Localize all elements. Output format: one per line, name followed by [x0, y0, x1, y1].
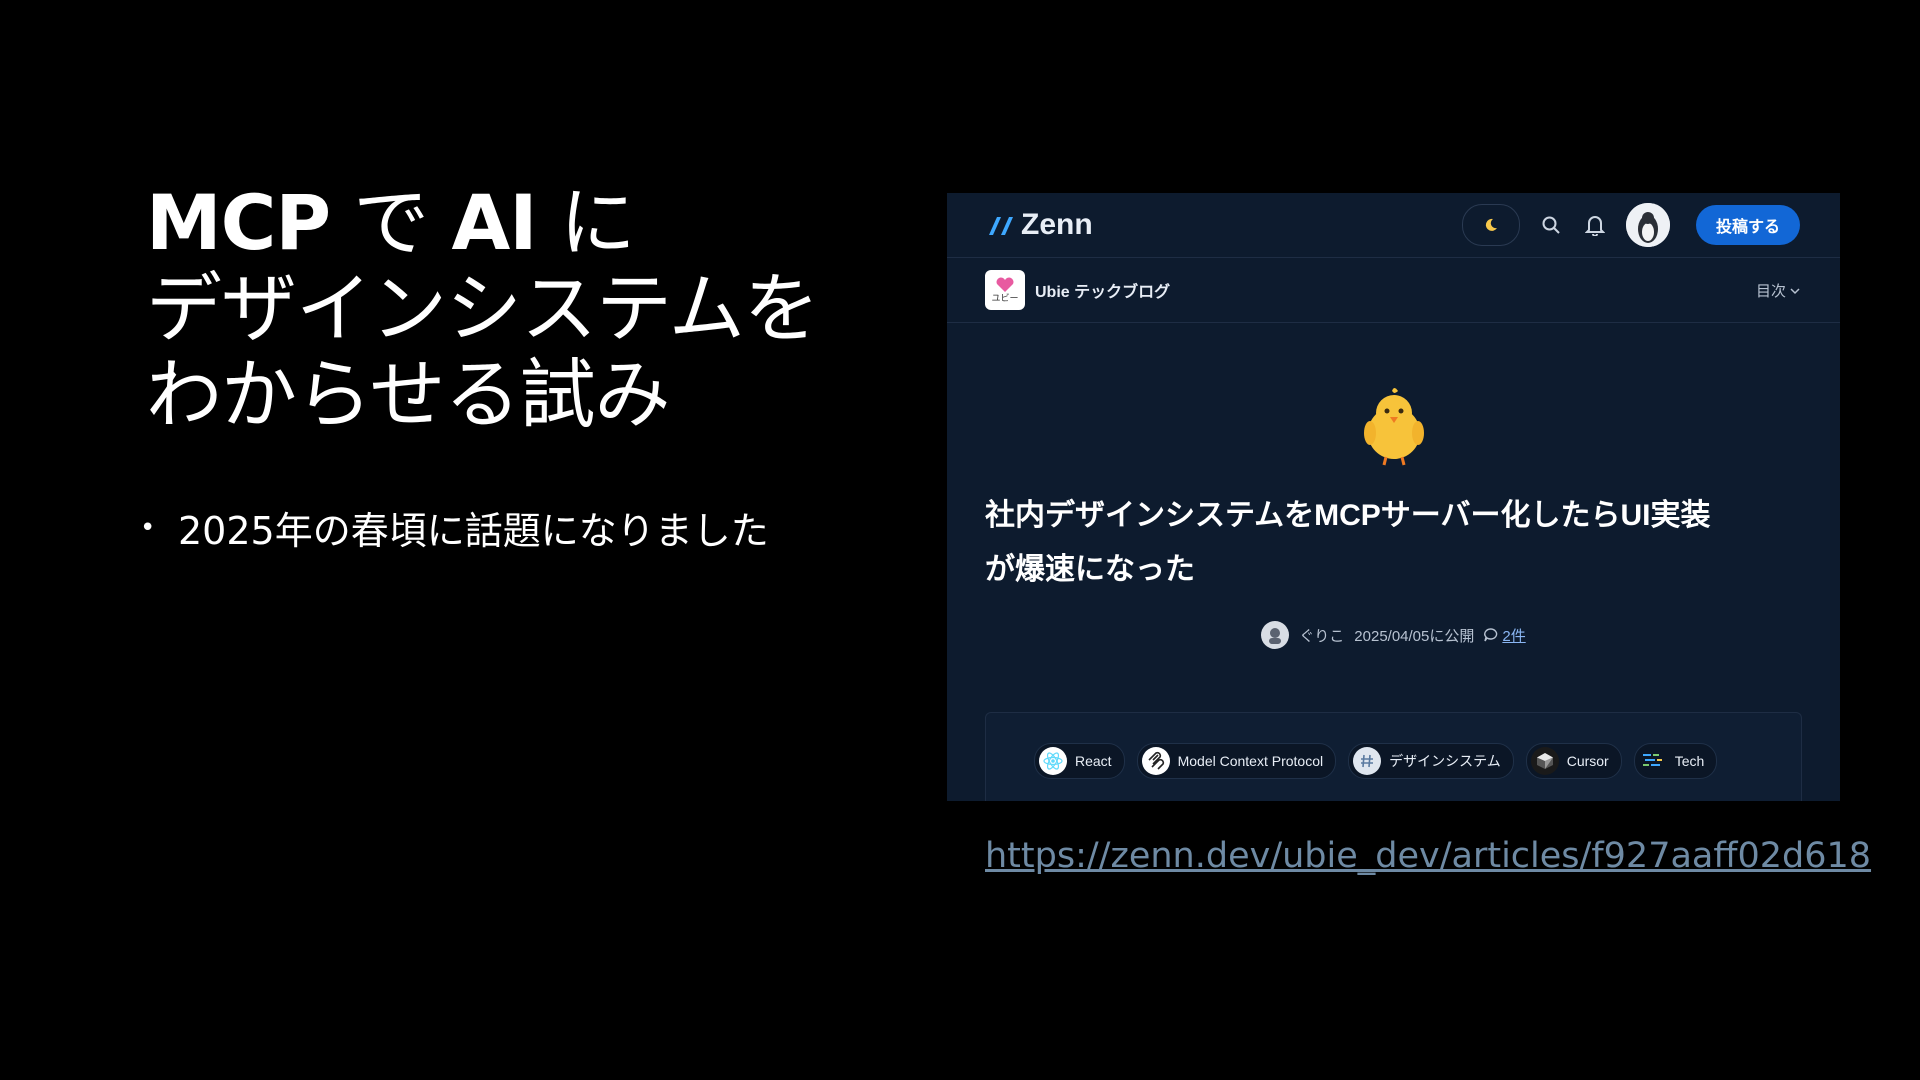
topic-label: Cursor: [1566, 753, 1609, 769]
search-button[interactable]: [1538, 212, 1564, 238]
slide: MCP で AI に デザインシステムを わからせる試み • 2025年の春頃に…: [0, 0, 1920, 1080]
zenn-header: Zenn 投稿する: [947, 193, 1840, 258]
topic-label: Model Context Protocol: [1177, 753, 1324, 769]
article-title: 社内デザインシステムをMCPサーバー化したらUI実装 が爆速になった: [985, 489, 1805, 597]
article-meta: ぐりこ 2025/04/05に公開 2件: [947, 621, 1840, 649]
title-ai: AI: [451, 178, 537, 267]
zenn-logo-icon: [989, 217, 1013, 235]
author-avatar-icon: [1269, 628, 1282, 644]
comment-icon: [1484, 628, 1498, 642]
bell-icon: [1584, 216, 1605, 236]
tech-icon: [1638, 747, 1667, 775]
title-de: で: [330, 178, 452, 267]
article-emoji: [947, 383, 1840, 467]
zenn-logo[interactable]: Zenn: [987, 208, 1093, 242]
topic-model-context-protocol[interactable]: Model Context Protocol: [1136, 743, 1337, 779]
publication-logo-text: ユビー: [991, 293, 1019, 303]
title-mcp: MCP: [146, 178, 331, 267]
react-icon: [1039, 747, 1067, 775]
topic-tech[interactable]: Tech: [1633, 743, 1718, 779]
toc-label: 目次: [1755, 283, 1786, 300]
cursor-icon: [1530, 747, 1559, 775]
article-title-line-1: 社内デザインシステムをMCPサーバー化したらUI実装: [985, 499, 1711, 532]
article-link[interactable]: https://zenn.dev/ubie_dev/articles/f927a…: [985, 836, 1871, 876]
publication-bar: ユビー Ubie テックブログ 目次: [947, 258, 1840, 323]
publication-name[interactable]: Ubie テックブログ: [1035, 278, 1170, 302]
title-line-3: わからせる試み: [146, 350, 670, 439]
moon-icon: [1485, 218, 1497, 231]
chevron-down-icon: [1790, 287, 1800, 294]
chick-emoji-icon: [1363, 388, 1424, 466]
hash-icon: [1353, 747, 1382, 775]
topic-label: デザインシステム: [1389, 753, 1501, 769]
search-icon: [1542, 216, 1560, 234]
article-title-line-2: が爆速になった: [985, 553, 1195, 586]
author-avatar[interactable]: [1261, 621, 1290, 649]
toc-button[interactable]: 目次: [1756, 280, 1800, 301]
header-actions: 投稿する: [1461, 203, 1800, 247]
penguin-avatar-icon: [1625, 203, 1670, 247]
user-avatar[interactable]: [1625, 203, 1670, 247]
mcp-icon: [1141, 747, 1170, 775]
notification-button[interactable]: [1582, 212, 1608, 238]
author-name[interactable]: ぐりこ: [1299, 625, 1344, 646]
slide-title: MCP で AI に デザインシステムを わからせる試み: [146, 180, 906, 438]
topic-cursor[interactable]: Cursor: [1525, 743, 1622, 779]
heart-icon: [996, 277, 1014, 292]
post-button[interactable]: 投稿する: [1695, 205, 1800, 245]
comments-link[interactable]: 2件: [1484, 625, 1526, 646]
topic-list: React Model Context Protocol デザインシステム Cu…: [1034, 743, 1718, 779]
title-line-2: デザインシステムを: [146, 264, 820, 353]
topics-box: React Model Context Protocol デザインシステム Cu…: [985, 712, 1802, 801]
bullet-text: 2025年の春頃に話題になりました: [178, 509, 769, 553]
topic-label: Tech: [1674, 753, 1705, 769]
bullet-list: • 2025年の春頃に話題になりました: [140, 500, 769, 555]
title-ni: に: [536, 178, 636, 267]
topic-design-system[interactable]: デザインシステム: [1348, 743, 1514, 779]
publication-logo[interactable]: ユビー: [985, 270, 1025, 310]
published-date: 2025/04/05に公開: [1354, 627, 1475, 645]
bullet-marker: •: [140, 512, 156, 543]
topic-label: React: [1075, 753, 1112, 769]
bullet-item: • 2025年の春頃に話題になりました: [140, 500, 769, 555]
topic-react[interactable]: React: [1034, 743, 1125, 779]
theme-toggle-button[interactable]: [1461, 204, 1520, 246]
zenn-logo-text: Zenn: [1021, 208, 1093, 241]
title-line-1: MCP で AI に: [146, 180, 906, 266]
comments-count: 2件: [1502, 627, 1526, 645]
zenn-screenshot: Zenn 投稿する ユビー Ubie テックブログ 目次 社内デザインシステムを…: [947, 193, 1840, 801]
